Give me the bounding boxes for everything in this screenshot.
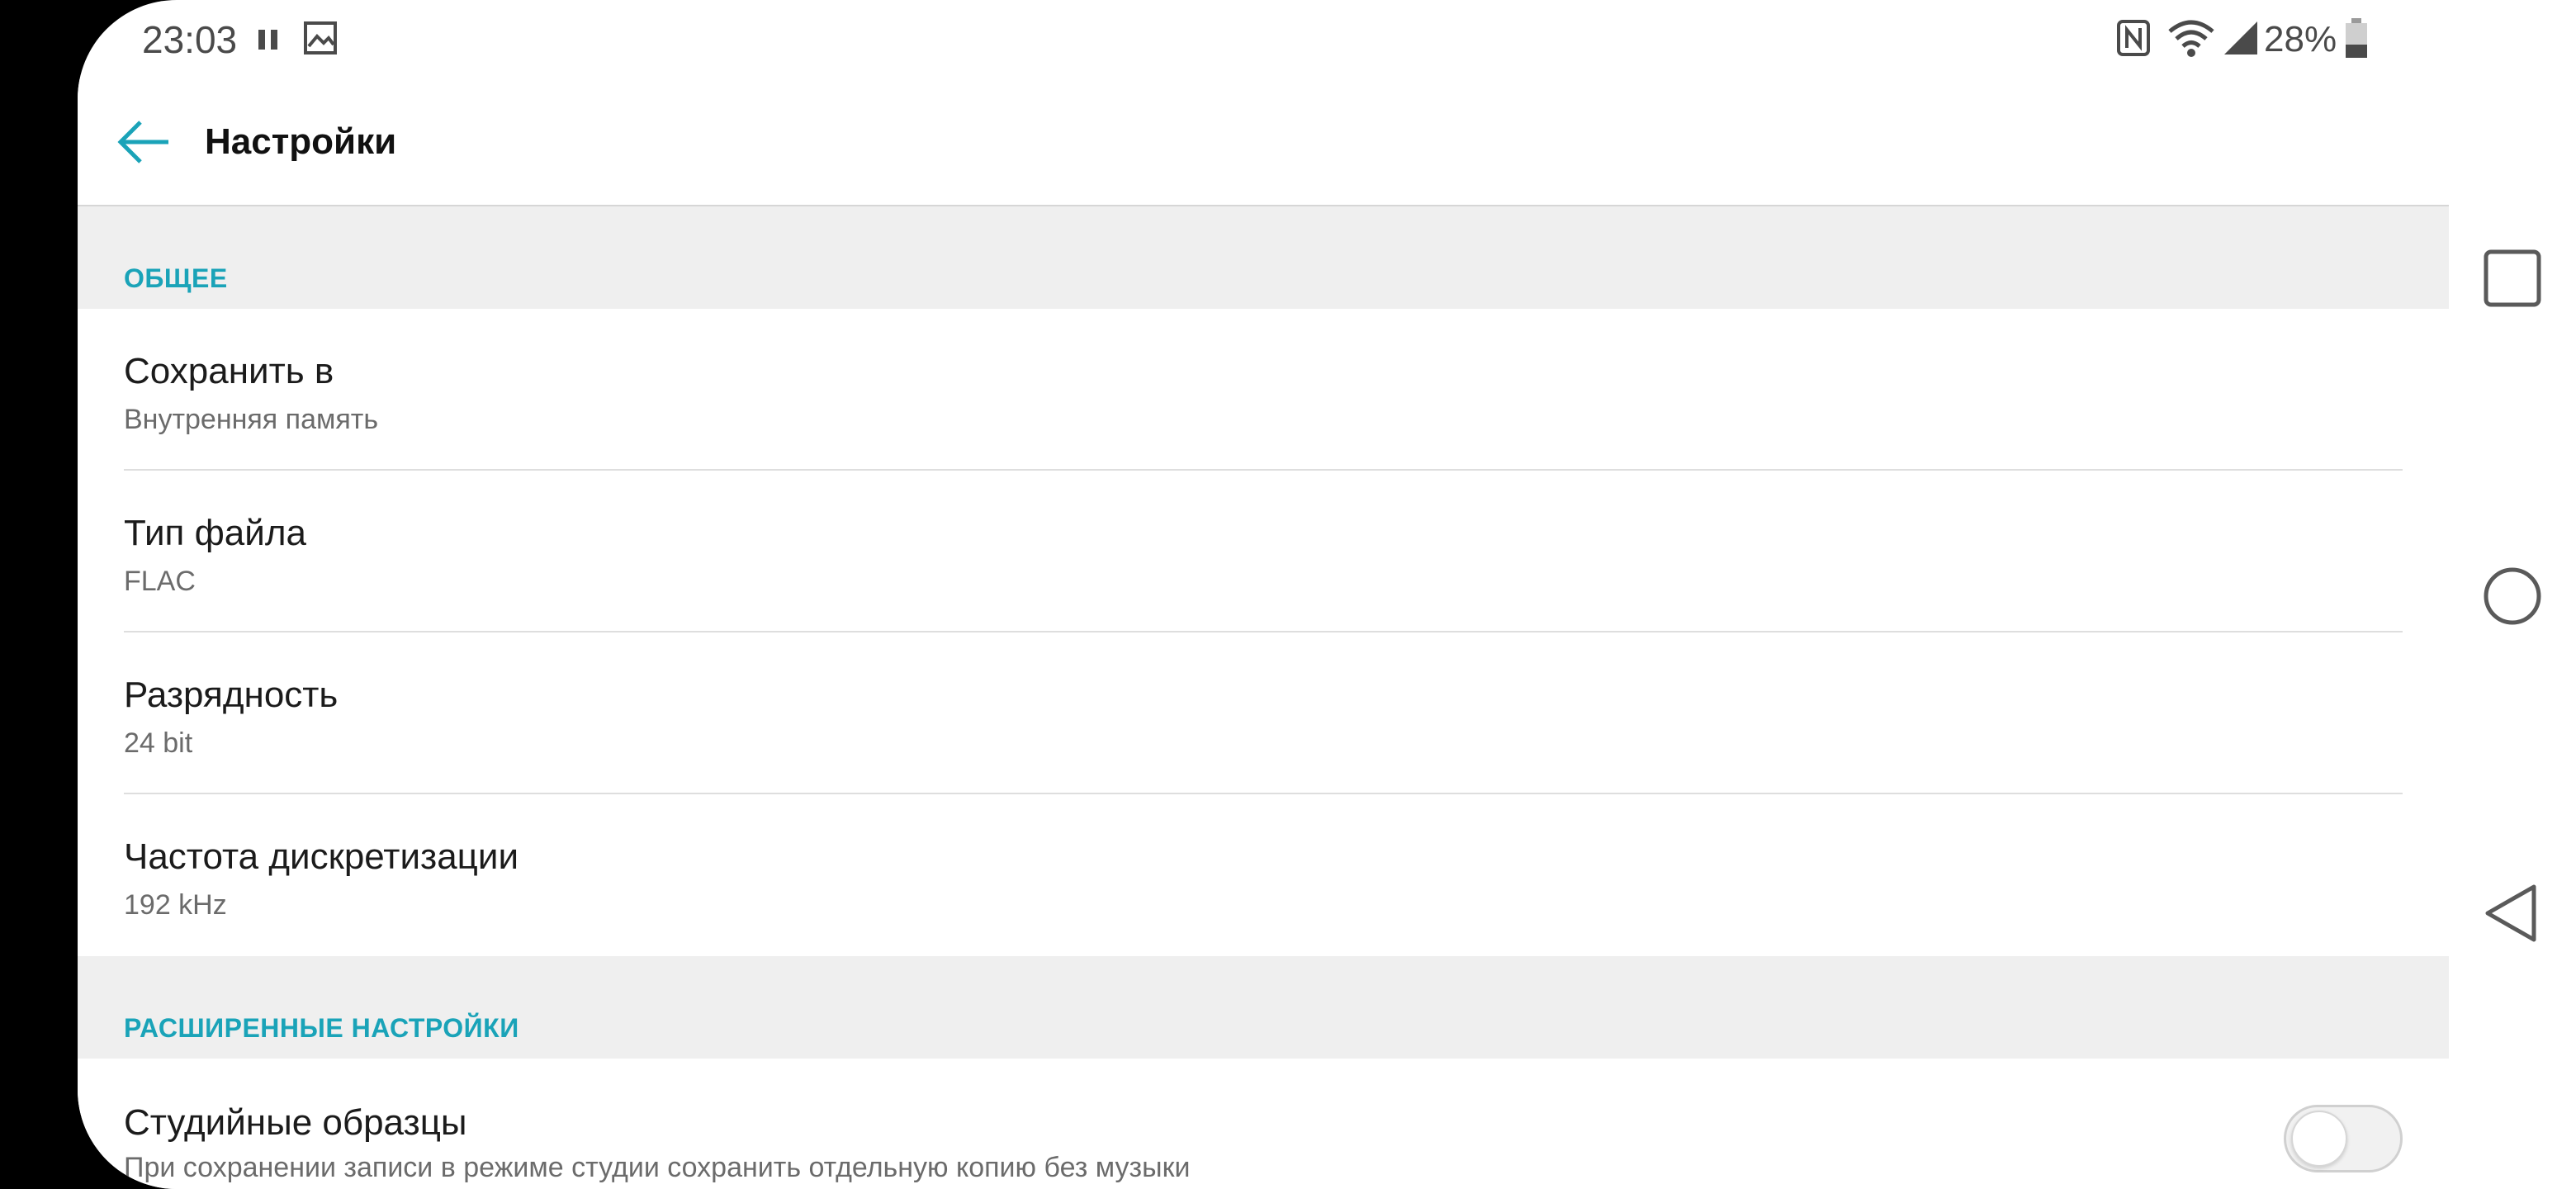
nfc-icon bbox=[2117, 20, 2150, 56]
pause-icon bbox=[258, 30, 277, 50]
section-header-general: ОБЩЕЕ bbox=[78, 206, 2449, 309]
section-header-advanced: РАСШИРЕННЫЕ НАСТРОЙКИ bbox=[78, 956, 2449, 1059]
status-bar: 23:03 28% bbox=[78, 0, 2449, 79]
section-header-advanced-label: РАСШИРЕННЫЕ НАСТРОЙКИ bbox=[124, 1013, 519, 1043]
setting-bit-depth[interactable]: Разрядность 24 bit bbox=[78, 632, 2449, 794]
setting-title: Студийные образцы bbox=[124, 1102, 467, 1143]
setting-title: Разрядность bbox=[124, 675, 339, 715]
image-icon bbox=[304, 21, 337, 54]
setting-title: Сохранить в bbox=[124, 351, 334, 391]
signal-icon bbox=[2224, 21, 2257, 54]
setting-summary: При сохранении записи в режиме студии со… bbox=[124, 1152, 1191, 1183]
status-time: 23:03 bbox=[142, 18, 238, 61]
navigation-bar bbox=[2449, 0, 2576, 1189]
page-title: Настройки bbox=[205, 121, 397, 162]
recents-square-icon[interactable] bbox=[2479, 245, 2545, 311]
setting-sample-rate[interactable]: Частота дискретизации 192 kHz bbox=[78, 794, 2449, 956]
setting-summary: FLAC bbox=[124, 566, 196, 597]
home-circle-icon[interactable] bbox=[2479, 563, 2545, 629]
battery-percent: 28% bbox=[2264, 19, 2337, 59]
app-bar: Настройки bbox=[78, 79, 2449, 206]
setting-summary: 24 bit bbox=[124, 727, 193, 759]
setting-file-type[interactable]: Тип файла FLAC bbox=[78, 471, 2449, 632]
battery-icon bbox=[2346, 18, 2367, 58]
setting-summary: Внутренняя память bbox=[124, 404, 379, 435]
section-header-general-label: ОБЩЕЕ bbox=[124, 263, 228, 293]
setting-summary: 192 kHz bbox=[124, 889, 227, 921]
setting-title: Частота дискретизации bbox=[124, 836, 519, 877]
setting-title: Тип файла bbox=[124, 513, 306, 553]
toggle-knob bbox=[2291, 1111, 2347, 1167]
back-triangle-icon[interactable] bbox=[2479, 880, 2545, 946]
app-screen: 23:03 28% Настройки ОБЩЕЕ Сохранить в Вн… bbox=[78, 0, 2449, 1189]
wifi-icon bbox=[2168, 20, 2214, 57]
setting-save-location[interactable]: Сохранить в Внутренняя память bbox=[78, 309, 2449, 471]
arrow-back-icon[interactable] bbox=[111, 109, 177, 175]
studio-samples-toggle[interactable] bbox=[2284, 1105, 2403, 1172]
setting-studio-samples[interactable]: Студийные образцы При сохранении записи … bbox=[78, 1059, 2449, 1189]
settings-list: ОБЩЕЕ Сохранить в Внутренняя память Тип … bbox=[78, 206, 2449, 1189]
